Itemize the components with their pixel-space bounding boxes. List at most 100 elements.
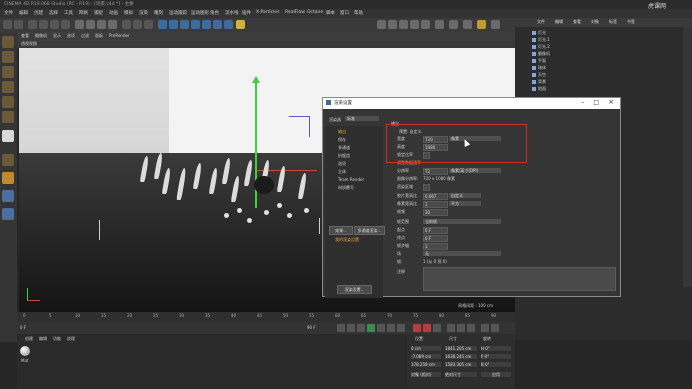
resolution-unit-dropdown[interactable]: 像素/英寸(DPI) xyxy=(449,168,501,173)
menu-window[interactable]: 窗口 xyxy=(340,10,349,16)
object-row[interactable]: 背景 xyxy=(532,79,642,85)
annotation-textarea[interactable] xyxy=(423,267,616,291)
close-icon[interactable]: × xyxy=(608,98,614,106)
vp-menu-view[interactable]: 查看 xyxy=(21,33,29,39)
cube-icon[interactable] xyxy=(158,20,167,29)
menu-create[interactable]: 创建 xyxy=(34,10,43,16)
edges-icon[interactable] xyxy=(2,81,14,93)
menu-pipeline[interactable]: 流水线 xyxy=(225,10,239,16)
om-tab-tags[interactable]: 标签 xyxy=(609,19,617,25)
nav-stereo[interactable]: 立体 xyxy=(338,169,346,175)
play-icon[interactable] xyxy=(367,324,375,332)
next-frame-icon[interactable] xyxy=(377,324,385,332)
render-settings-icon[interactable] xyxy=(144,20,153,29)
menu-xparticles[interactable]: X-Particles xyxy=(256,10,279,15)
coord-system-icon[interactable] xyxy=(108,20,117,29)
vp-menu-filter[interactable]: 过滤 xyxy=(81,33,89,39)
mat-tab-edit[interactable]: 编辑 xyxy=(39,336,47,342)
menu-simulate[interactable]: 模拟 xyxy=(124,10,133,16)
scale-icon[interactable] xyxy=(50,20,59,29)
pos-z-field[interactable]: 178.259 cm xyxy=(411,362,441,367)
mat-tab-create[interactable]: 创建 xyxy=(25,336,33,342)
apply-button[interactable]: 应用 xyxy=(481,372,511,377)
render-settings-button[interactable]: 渲染设置... xyxy=(337,285,372,294)
mat-tab-function[interactable]: 功能 xyxy=(53,336,61,342)
object-row[interactable]: 球体 xyxy=(532,65,642,71)
menu-edit[interactable]: 编辑 xyxy=(19,10,28,16)
object-row[interactable]: 灯光 xyxy=(532,30,642,36)
rotate-key-icon[interactable] xyxy=(467,324,475,332)
rot-b-field[interactable]: B 0° xyxy=(481,362,511,367)
menu-mesh[interactable]: 网格 xyxy=(79,10,88,16)
object-row[interactable]: 天空 xyxy=(532,72,642,78)
from-input[interactable]: 0 F xyxy=(423,227,448,234)
move-icon[interactable] xyxy=(39,20,48,29)
vp-menu-options[interactable]: 选项 xyxy=(67,33,75,39)
menu-sculpt[interactable]: 雕刻 xyxy=(154,10,163,16)
nav-team-render[interactable]: Team Render xyxy=(338,177,364,182)
size-z-field[interactable]: 1583.305 cm xyxy=(445,362,477,367)
z-axis-icon[interactable] xyxy=(97,20,106,29)
object-row[interactable]: 灯光.1 xyxy=(532,37,642,43)
keyframe-icon[interactable] xyxy=(433,324,441,332)
maximize-icon[interactable]: □ xyxy=(593,99,599,106)
auto-key-icon[interactable] xyxy=(423,324,431,332)
menu-animate[interactable]: 动画 xyxy=(109,10,118,16)
record-icon[interactable] xyxy=(413,324,421,332)
sculpt-icon[interactable] xyxy=(2,190,14,202)
pixel-aspect-dropdown[interactable]: 平方 xyxy=(449,201,481,206)
bend-icon[interactable] xyxy=(202,20,211,29)
grid-icon[interactable] xyxy=(2,208,14,220)
prev-frame-icon[interactable] xyxy=(357,324,365,332)
multipass-render-button[interactable]: 多通道渲染... xyxy=(354,226,385,235)
next-key-icon[interactable] xyxy=(387,324,395,332)
film-aspect-dropdown[interactable]: 自定义 xyxy=(449,193,481,198)
rotate-icon[interactable] xyxy=(61,20,70,29)
end-frame[interactable]: 90 F xyxy=(307,325,316,330)
frame-step-input[interactable]: 1 xyxy=(423,243,448,250)
object-row[interactable]: 平面 xyxy=(532,58,642,64)
render-view-icon[interactable] xyxy=(122,20,131,29)
redo-icon[interactable] xyxy=(14,20,23,29)
select-icon[interactable] xyxy=(28,20,37,29)
pen-icon[interactable] xyxy=(169,20,178,29)
floor-icon[interactable] xyxy=(213,20,222,29)
current-frame[interactable]: 0 F xyxy=(20,325,26,330)
vp-menu-display[interactable]: 显示 xyxy=(53,33,61,39)
nav-material-override[interactable]: 材质覆写 xyxy=(338,185,354,191)
rot-h-field[interactable]: H 0° xyxy=(481,346,511,351)
frame-rate-input[interactable]: 30 xyxy=(423,209,448,216)
make-editable-icon[interactable] xyxy=(2,36,14,48)
snap-tool-icon[interactable] xyxy=(2,154,14,166)
menu-plugins[interactable]: 插件 xyxy=(242,10,251,16)
om-tab-view[interactable]: 查看 xyxy=(573,19,581,25)
param-key-icon[interactable] xyxy=(481,324,489,332)
y-axis-icon[interactable] xyxy=(86,20,95,29)
om-tab-bookmarks[interactable]: 书签 xyxy=(627,19,635,25)
menu-select[interactable]: 选择 xyxy=(49,10,58,16)
model-mode-icon[interactable] xyxy=(377,20,386,29)
my-render-settings[interactable]: 我的渲染设置 xyxy=(335,237,359,243)
size-mode-dropdown[interactable]: 绝对尺寸 xyxy=(445,372,477,377)
vp-menu-panel[interactable]: 面板 xyxy=(95,33,103,39)
nav-save[interactable]: 保存 xyxy=(338,137,346,143)
menu-octane[interactable]: Octane xyxy=(307,10,323,15)
nav-options[interactable]: 选项 xyxy=(338,161,346,167)
pos-y-field[interactable]: -7.089 cm xyxy=(411,354,441,359)
render-picture-icon[interactable] xyxy=(133,20,142,29)
material-ball-icon[interactable] xyxy=(20,346,30,356)
pos-x-field[interactable]: 0 cm xyxy=(411,346,441,351)
workplane-tool-icon[interactable] xyxy=(2,111,14,123)
subdivision-icon[interactable] xyxy=(180,20,189,29)
renderer-dropdown[interactable]: 标准 xyxy=(345,116,379,121)
size-y-field[interactable]: 1636.245 cm xyxy=(445,354,477,359)
solo-icon[interactable] xyxy=(477,20,486,29)
render-region-checkbox[interactable] xyxy=(423,184,430,191)
texture-axis-icon[interactable] xyxy=(2,51,14,63)
camera-icon[interactable] xyxy=(224,20,233,29)
object-row[interactable]: 灯光.2 xyxy=(532,44,642,50)
timeline-ruler[interactable]: 0 5 10 15 20 25 30 35 40 45 50 55 60 65 70 75 80 85 90 xyxy=(17,312,515,322)
axis-mode-icon[interactable] xyxy=(435,20,444,29)
light-icon[interactable] xyxy=(236,20,245,29)
om-tab-file[interactable]: 文件 xyxy=(537,19,545,25)
